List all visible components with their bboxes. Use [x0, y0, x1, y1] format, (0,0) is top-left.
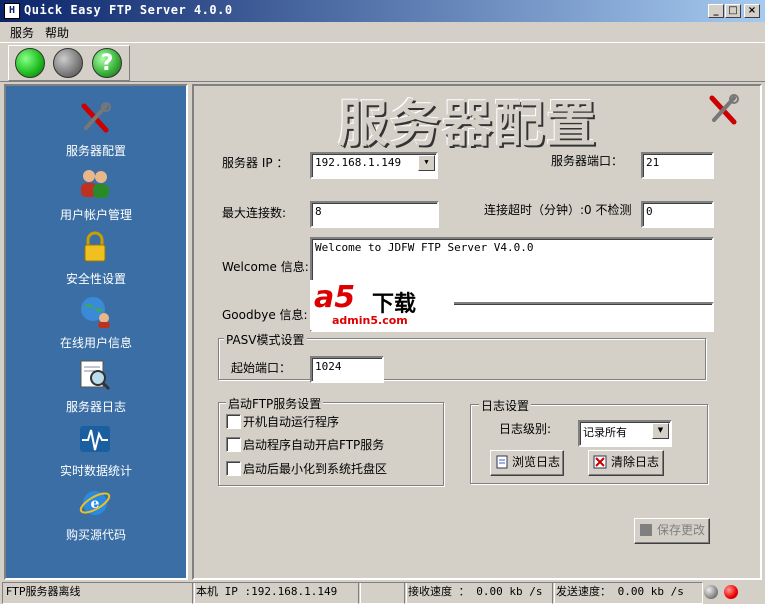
- server-ip-label: 服务器 IP ：: [222, 156, 289, 170]
- dropdown-arrow-icon[interactable]: ▼: [652, 423, 669, 439]
- start-server-icon[interactable]: [15, 48, 45, 78]
- tools-icon: [81, 102, 111, 133]
- log-group-title: 日志设置: [479, 397, 532, 414]
- log-level-label: 日志级别:: [499, 422, 552, 436]
- sidebar-item-realtime-stats[interactable]: 实时数据统计: [6, 422, 186, 482]
- clear-icon: [593, 455, 607, 469]
- pulse-icon: [80, 426, 110, 452]
- page-title: 服务器配置: [338, 94, 598, 153]
- start-port-input[interactable]: 1024: [310, 356, 384, 383]
- welcome-label: Welcome 信息:: [222, 260, 309, 274]
- minimize-button[interactable]: _: [708, 4, 724, 18]
- sidebar-item-user-accounts[interactable]: 用户帐户管理: [6, 166, 186, 226]
- minimize-tray-label: 启动后最小化到系统托盘区: [243, 462, 388, 476]
- server-port-label: 服务器端口：: [551, 154, 624, 168]
- start-port-label: 起始端口：: [231, 361, 292, 375]
- globe-users-icon: [81, 297, 110, 328]
- pasv-group-title: PASV模式设置: [224, 331, 307, 348]
- sidebar-item-label: 服务器日志: [65, 400, 126, 414]
- sidebar-item-online-users[interactable]: 在线用户信息: [6, 294, 186, 354]
- window-title: Quick Easy FTP Server 4.0.0: [24, 3, 233, 17]
- minimize-tray-checkbox[interactable]: [226, 461, 241, 476]
- sidebar-item-label: 安全性设置: [65, 272, 126, 286]
- status-empty: [358, 582, 407, 604]
- status-recv-speed: 接收速度 ： 0.00 kb /s: [404, 582, 555, 604]
- ie-globe-icon: e: [79, 491, 111, 515]
- autostart-ftp-label: 启动程序自动开启FTP服务: [243, 438, 385, 452]
- sidebar-item-server-log[interactable]: 服务器日志: [6, 358, 186, 418]
- sidebar-item-label: 服务器配置: [65, 144, 126, 158]
- browse-log-button[interactable]: 浏览日志: [490, 450, 564, 476]
- timeout-input[interactable]: 0: [641, 201, 714, 228]
- document-icon: [496, 455, 508, 469]
- autorun-label: 开机自动运行程序: [243, 415, 340, 429]
- status-server-state: FTP服务器离线: [2, 582, 195, 604]
- svg-text:e: e: [91, 496, 100, 512]
- app-icon: H: [4, 3, 20, 19]
- save-changes-label: 保存更改: [657, 523, 706, 537]
- status-gray-led-icon: [704, 585, 718, 599]
- timeout-label: 连接超时（分钟）:0 不检测: [484, 203, 632, 217]
- tools-icon: [709, 94, 739, 125]
- save-icon: [640, 524, 652, 536]
- dropdown-arrow-icon[interactable]: ▼: [418, 155, 435, 171]
- status-local-ip: 本机 IP :192.168.1.149: [192, 582, 361, 604]
- menu-service[interactable]: 服务: [10, 24, 34, 41]
- sidebar-item-label: 用户帐户管理: [59, 208, 132, 222]
- log-magnifier-icon: [80, 360, 111, 391]
- users-icon: [81, 170, 109, 198]
- sidebar-item-security[interactable]: 安全性设置: [6, 230, 186, 290]
- server-port-input[interactable]: 21: [641, 152, 714, 179]
- watermark-logo: a5 下载 admin5.com: [310, 280, 454, 330]
- watermark-url: admin5.com: [332, 314, 408, 327]
- log-level-value: 记录所有: [583, 426, 627, 439]
- sidebar-item-server-config[interactable]: 服务器配置: [6, 102, 186, 162]
- maximize-button[interactable]: □: [725, 4, 741, 18]
- help-icon[interactable]: ?: [92, 48, 122, 78]
- sidebar-item-label: 购买源代码: [65, 528, 126, 542]
- log-level-select[interactable]: 记录所有 ▼: [578, 420, 672, 447]
- max-connections-input[interactable]: 8: [310, 201, 439, 228]
- clear-log-button[interactable]: 清除日志: [588, 450, 664, 476]
- max-connections-label: 最大连接数:: [222, 206, 287, 220]
- status-send-speed: 发送速度： 0.00 kb /s: [552, 582, 703, 604]
- clear-log-label: 清除日志: [611, 455, 660, 469]
- close-button[interactable]: ×: [744, 4, 760, 18]
- sidebar-item-label: 在线用户信息: [59, 336, 132, 350]
- server-ip-combo[interactable]: 192.168.1.149 ▼: [310, 152, 438, 179]
- sidebar-item-buy-source[interactable]: e 购买源代码: [6, 486, 186, 546]
- startup-group-title: 启动FTP服务设置: [226, 395, 324, 412]
- sidebar: 服务器配置 用户帐户管理 安全性设置 在线用户信息 服务器日志 实时数据统计 e…: [4, 84, 188, 580]
- browse-log-label: 浏览日志: [512, 455, 561, 469]
- goodbye-label: Goodbye 信息:: [222, 308, 308, 322]
- menu-help[interactable]: 帮助: [45, 24, 69, 41]
- status-red-led-icon: [724, 585, 738, 599]
- autorun-checkbox[interactable]: [226, 414, 241, 429]
- sidebar-item-label: 实时数据统计: [59, 464, 132, 478]
- autostart-ftp-checkbox[interactable]: [226, 437, 241, 452]
- watermark-a5: a5: [314, 280, 356, 315]
- save-changes-button[interactable]: 保存更改: [634, 518, 710, 544]
- stop-server-icon[interactable]: [53, 48, 83, 78]
- menu-bar: 服务 帮助: [0, 22, 765, 42]
- server-ip-value: 192.168.1.149: [315, 156, 402, 169]
- lock-icon: [84, 231, 106, 262]
